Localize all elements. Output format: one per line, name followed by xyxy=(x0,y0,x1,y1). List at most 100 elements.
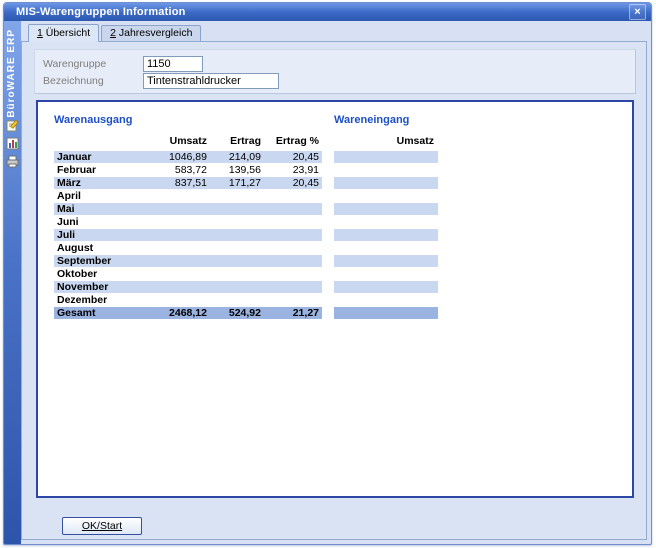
table-row[interactable]: November xyxy=(54,281,322,293)
cell-value xyxy=(146,229,210,241)
table-row[interactable]: Mai xyxy=(54,203,322,215)
cell-value xyxy=(264,190,322,202)
table-row[interactable]: Dezember xyxy=(54,294,322,306)
column-header-ertrag-pct: Ertrag % xyxy=(264,135,322,148)
table-row[interactable]: März837,51171,2720,45 xyxy=(54,177,322,189)
cell-value xyxy=(264,203,322,215)
cell-value xyxy=(210,268,264,280)
month-label: April xyxy=(54,190,146,202)
cell-value: 837,51 xyxy=(146,177,210,189)
month-label: Oktober xyxy=(54,268,146,280)
column-header-ertrag: Ertrag xyxy=(210,135,264,148)
cell-value: 2468,12 xyxy=(146,307,210,319)
tab-label: Übersicht xyxy=(43,27,90,39)
cell-value xyxy=(210,216,264,228)
cell-value xyxy=(146,190,210,202)
tab-uebersicht[interactable]: 1 Übersicht xyxy=(28,24,99,42)
cell-value xyxy=(264,242,322,254)
month-label: März xyxy=(54,177,146,189)
cell-value xyxy=(264,216,322,228)
table-row[interactable]: Oktober xyxy=(54,268,322,280)
warenausgang-rows: Januar1046,89214,0920,45Februar583,72139… xyxy=(54,151,322,319)
table-row[interactable] xyxy=(334,255,438,267)
cell-value xyxy=(210,255,264,267)
close-icon[interactable]: × xyxy=(629,4,646,20)
cell-value xyxy=(146,294,210,306)
app-window: MIS-Warengruppen Information × BüroWARE … xyxy=(3,2,652,545)
cell-value: 524,92 xyxy=(210,307,264,319)
note-icon[interactable] xyxy=(6,119,19,132)
cell-value xyxy=(264,268,322,280)
cell-value: 583,72 xyxy=(146,164,210,176)
title-bar: MIS-Warengruppen Information × xyxy=(4,3,651,21)
wareneingang-section: Wareneingang Umsatz xyxy=(334,114,438,320)
bezeichnung-label: Bezeichnung xyxy=(43,75,143,87)
table-row[interactable]: Januar1046,89214,0920,45 xyxy=(54,151,322,163)
cell-value: 214,09 xyxy=(210,151,264,163)
warenausgang-section: Warenausgang Umsatz Ertrag Ertrag % Janu… xyxy=(54,114,322,320)
month-label: Gesamt xyxy=(54,307,146,319)
table-row[interactable]: August xyxy=(54,242,322,254)
cell-value xyxy=(210,229,264,241)
cell-value xyxy=(264,255,322,267)
chart-icon[interactable] xyxy=(6,137,19,150)
column-header-we-umsatz: Umsatz xyxy=(334,135,438,148)
month-label: Juli xyxy=(54,229,146,241)
month-label: Juni xyxy=(54,216,146,228)
tab-jahresvergleich[interactable]: 2 Jahresvergleich xyxy=(101,25,201,41)
table-row[interactable]: September xyxy=(54,255,322,267)
table-row[interactable] xyxy=(334,216,438,228)
table-row[interactable]: Februar583,72139,5623,91 xyxy=(54,164,322,176)
month-label: September xyxy=(54,255,146,267)
cell-value xyxy=(146,268,210,280)
table-row[interactable]: Juli xyxy=(54,229,322,241)
table-row[interactable]: Gesamt2468,12524,9221,27 xyxy=(54,307,322,319)
cell-value xyxy=(210,190,264,202)
brand-sidebar: BüroWARE ERP xyxy=(4,21,21,544)
cell-value xyxy=(146,242,210,254)
cell-value: 139,56 xyxy=(210,164,264,176)
table-row[interactable] xyxy=(334,229,438,241)
wareneingang-rows xyxy=(334,151,438,319)
table-row[interactable] xyxy=(334,268,438,280)
table-row[interactable] xyxy=(334,151,438,163)
table-row[interactable] xyxy=(334,294,438,306)
table-row[interactable] xyxy=(334,242,438,254)
printer-icon[interactable] xyxy=(6,155,19,168)
month-label: Februar xyxy=(54,164,146,176)
table-row[interactable]: April xyxy=(54,190,322,202)
table-row[interactable] xyxy=(334,164,438,176)
table-row[interactable] xyxy=(334,190,438,202)
cell-value: 20,45 xyxy=(264,177,322,189)
footer-bar: OK/Start xyxy=(62,516,646,535)
ok-start-button[interactable]: OK/Start xyxy=(62,517,142,535)
bezeichnung-field[interactable] xyxy=(143,73,279,89)
warengruppe-label: Warengruppe xyxy=(43,58,143,70)
cell-value xyxy=(210,203,264,215)
warenausgang-title: Warenausgang xyxy=(54,114,322,126)
tab-bar: 1 Übersicht 2 Jahresvergleich xyxy=(28,24,647,41)
cell-value xyxy=(146,255,210,267)
cell-value: 21,27 xyxy=(264,307,322,319)
table-row[interactable]: Juni xyxy=(54,216,322,228)
warengruppe-field[interactable] xyxy=(143,56,203,72)
data-panel: Warenausgang Umsatz Ertrag Ertrag % Janu… xyxy=(36,100,634,498)
column-header-umsatz: Umsatz xyxy=(146,135,210,148)
cell-value: 20,45 xyxy=(264,151,322,163)
cell-value xyxy=(264,229,322,241)
tab-pane: Warengruppe Bezeichnung Warenausgang Ums… xyxy=(21,41,647,540)
table-row[interactable] xyxy=(334,203,438,215)
month-label: Mai xyxy=(54,203,146,215)
month-label: Januar xyxy=(54,151,146,163)
table-row[interactable] xyxy=(334,177,438,189)
month-label: August xyxy=(54,242,146,254)
table-row[interactable] xyxy=(334,281,438,293)
cell-value: 171,27 xyxy=(210,177,264,189)
cell-value xyxy=(146,203,210,215)
cell-value xyxy=(210,281,264,293)
brand-text: BüroWARE ERP xyxy=(6,29,17,118)
cell-value: 1046,89 xyxy=(146,151,210,163)
table-row[interactable] xyxy=(334,307,438,319)
cell-value xyxy=(146,216,210,228)
cell-value xyxy=(210,294,264,306)
